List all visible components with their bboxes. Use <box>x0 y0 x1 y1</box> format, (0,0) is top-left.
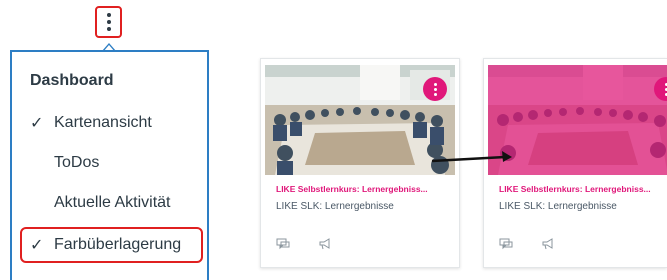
checkmark-icon: ✓ <box>30 235 54 255</box>
color-overlay <box>488 65 667 175</box>
menu-item-kartenansicht[interactable]: ✓ Kartenansicht <box>12 106 207 140</box>
card-title[interactable]: LIKE Selbstlernkurs: Lernergebniss... <box>499 184 667 194</box>
menu-item-label: Farbüberlagerung <box>54 236 181 254</box>
card-title[interactable]: LIKE Selbstlernkurs: Lernergebniss... <box>276 184 456 194</box>
discussions-icon[interactable] <box>276 237 290 255</box>
discussions-icon[interactable] <box>499 237 513 255</box>
course-card[interactable]: LIKE Selbstlernkurs: Lernergebniss... LI… <box>483 58 667 268</box>
announcements-icon[interactable] <box>541 237 555 255</box>
checkmark-icon: ✓ <box>30 113 54 133</box>
card-subtitle: LIKE SLK: Lernergebnisse <box>276 201 394 212</box>
menu-item-farbueberlagerung[interactable]: ✓ Farbüberlagerung <box>20 227 203 263</box>
course-image <box>488 65 667 175</box>
menu-item-todos[interactable]: ToDos <box>12 146 207 180</box>
card-subtitle: LIKE SLK: Lernergebnisse <box>499 201 617 212</box>
menu-item-label: ToDos <box>54 154 99 172</box>
menu-item-label: Kartenansicht <box>54 114 152 132</box>
dashboard-options-menu: Dashboard ✓ Kartenansicht ToDos Aktuelle… <box>10 50 209 280</box>
announcements-icon[interactable] <box>318 237 332 255</box>
course-card[interactable]: LIKE Selbstlernkurs: Lernergebniss... LI… <box>260 58 460 268</box>
kebab-menu-icon <box>434 83 437 96</box>
card-actions <box>499 237 555 255</box>
dashboard-options-button[interactable] <box>95 6 122 38</box>
menu-item-aktuelle-aktivitaet[interactable]: Aktuelle Aktivität <box>12 186 207 220</box>
card-actions <box>276 237 332 255</box>
menu-item-label: Aktuelle Aktivität <box>54 194 171 212</box>
menu-title: Dashboard <box>30 72 114 90</box>
card-options-button[interactable] <box>423 77 447 101</box>
kebab-menu-icon <box>107 13 111 31</box>
